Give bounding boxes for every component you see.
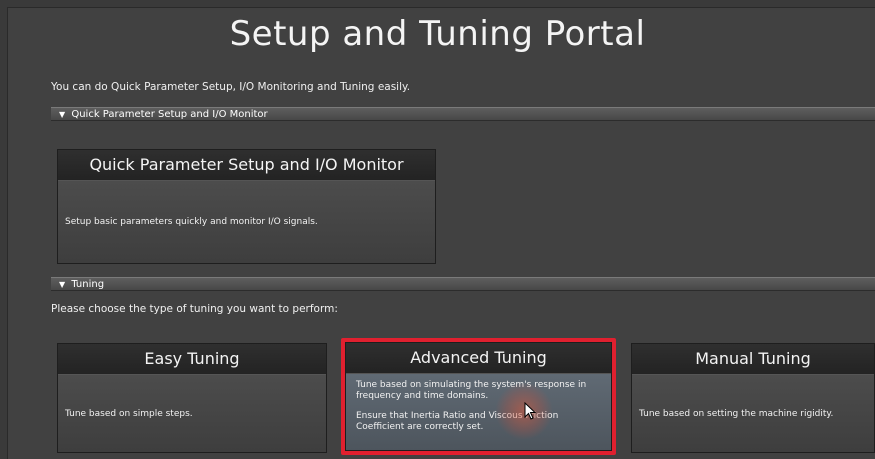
intro-text: You can do Quick Parameter Setup, I/O Mo…: [51, 81, 411, 93]
easy-tuning-card[interactable]: Easy Tuning Tune based on simple steps.: [57, 343, 327, 453]
section-header-tuning-label: Tuning: [71, 279, 105, 290]
mouse-cursor-icon: [524, 402, 536, 420]
section-header-quick-label: Quick Parameter Setup and I/O Monitor: [71, 109, 268, 120]
manual-tuning-title: Manual Tuning: [632, 344, 874, 375]
section-header-tuning[interactable]: ▼ Tuning: [51, 277, 875, 291]
easy-tuning-title: Easy Tuning: [58, 344, 326, 375]
manual-tuning-body: Tune based on setting the machine rigidi…: [632, 375, 874, 452]
selection-highlight: [341, 338, 616, 455]
easy-tuning-desc: Tune based on simple steps.: [65, 408, 193, 419]
easy-tuning-body: Tune based on simple steps.: [58, 375, 326, 452]
page-title: Setup and Tuning Portal: [229, 14, 646, 54]
tuning-prompt: Please choose the type of tuning you wan…: [51, 303, 338, 315]
quick-setup-card[interactable]: Quick Parameter Setup and I/O Monitor Se…: [57, 149, 436, 264]
quick-setup-card-desc: Setup basic parameters quickly and monit…: [65, 217, 318, 227]
quick-setup-card-body: Setup basic parameters quickly and monit…: [58, 181, 435, 263]
quick-setup-card-title: Quick Parameter Setup and I/O Monitor: [58, 150, 435, 181]
triangle-down-icon: ▼: [59, 110, 66, 119]
triangle-down-icon: ▼: [59, 280, 66, 289]
manual-tuning-card[interactable]: Manual Tuning Tune based on setting the …: [631, 343, 875, 453]
section-header-quick[interactable]: ▼ Quick Parameter Setup and I/O Monitor: [51, 107, 875, 121]
manual-tuning-desc: Tune based on setting the machine rigidi…: [639, 408, 834, 419]
